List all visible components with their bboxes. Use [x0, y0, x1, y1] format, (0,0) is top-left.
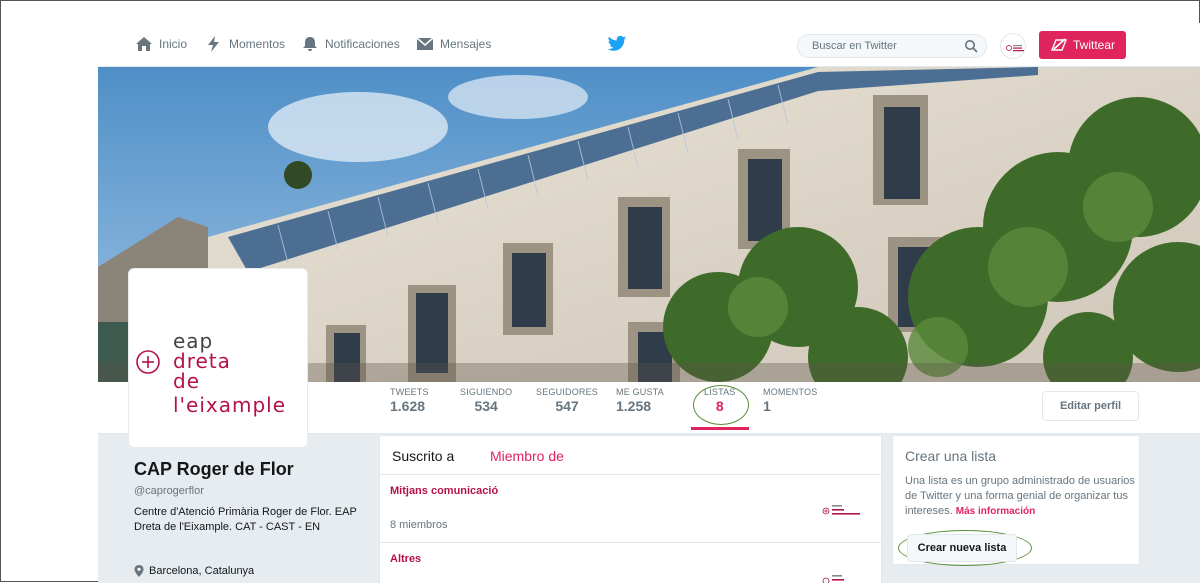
stat-following[interactable]: SIGUIENDO 534	[460, 387, 512, 414]
screenshot-frame: Inicio Momentos Notificaciones Mensajes …	[0, 0, 1200, 583]
list-owner-avatar[interactable]	[820, 501, 870, 521]
stat-likes[interactable]: ME GUSTA 1.258	[616, 387, 664, 414]
more-info-link[interactable]: Más información	[956, 506, 1035, 517]
profile-location-text: Barcelona, Catalunya	[149, 565, 255, 577]
profile-name[interactable]: CAP Roger de Flor	[134, 459, 294, 480]
stat-lists-label: LISTAS	[704, 387, 736, 397]
tweet-button[interactable]: Twittear	[1039, 31, 1126, 59]
nav-home-label: Inicio	[159, 37, 188, 51]
edit-profile-button[interactable]: Editar perfil	[1042, 391, 1139, 421]
list-owner-avatar[interactable]	[820, 571, 870, 583]
list-member-count: 8 miembros	[390, 519, 448, 531]
twitter-profile-page: Inicio Momentos Notificaciones Mensajes …	[98, 23, 1200, 583]
stat-moments-value: 1	[763, 398, 771, 414]
search-icon[interactable]	[964, 39, 978, 53]
nav-notifications-label: Notificaciones	[325, 37, 400, 51]
compose-icon	[1050, 38, 1068, 51]
stat-moments-label: MOMENTOS	[763, 387, 818, 397]
stat-likes-value: 1.258	[616, 398, 652, 414]
search-placeholder: Buscar en Twitter	[812, 40, 897, 52]
account-avatar-logo	[1006, 45, 1024, 52]
location-pin-icon	[134, 565, 144, 577]
nav-home[interactable]: Inicio	[135, 36, 187, 52]
nav-moments[interactable]: Momentos	[205, 36, 285, 52]
lightning-icon	[208, 36, 219, 52]
list-item[interactable]: Mitjans comunicació 8 miembros	[380, 474, 881, 542]
eap-logo: eap dreta de l'eixample	[135, 329, 305, 417]
stat-tweets-value: 1.628	[390, 398, 426, 414]
tab-subscribed[interactable]: Suscrito a	[392, 448, 454, 464]
create-list-description: Una lista es un grupo administrado de us…	[905, 474, 1137, 519]
profile-handle[interactable]: @caprogerflor	[134, 485, 204, 497]
tweet-button-label: Twittear	[1072, 38, 1115, 52]
account-avatar[interactable]	[1000, 33, 1026, 59]
stat-tweets[interactable]: TWEETS 1.628	[390, 387, 429, 414]
create-new-list-button[interactable]: Crear nueva lista	[907, 534, 1017, 562]
plus-circle-icon	[136, 350, 160, 374]
tab-member-of[interactable]: Miembro de	[490, 448, 564, 464]
bell-icon	[303, 37, 317, 51]
stat-followers[interactable]: SEGUIDORES 547	[536, 387, 598, 414]
list-owner-logo	[822, 505, 860, 515]
list-item[interactable]: Altres	[380, 542, 881, 583]
home-icon	[136, 37, 152, 51]
nav-messages-label: Mensajes	[440, 37, 492, 51]
stat-followers-label: SEGUIDORES	[536, 387, 599, 397]
list-owner-logo	[822, 575, 844, 583]
list-name[interactable]: Mitjans comunicació	[390, 485, 498, 497]
list-name[interactable]: Altres	[390, 553, 421, 565]
stat-lists-value: 8	[715, 398, 724, 414]
stat-tweets-label: TWEETS	[390, 387, 429, 397]
search-input[interactable]: Buscar en Twitter	[797, 34, 987, 58]
stat-followers-value: 547	[555, 398, 579, 414]
envelope-icon	[416, 37, 434, 50]
logo-line-eixample: de l'eixample	[173, 369, 287, 417]
nav-moments-label: Momentos	[229, 37, 286, 51]
stat-following-label: SIGUIENDO	[460, 387, 513, 397]
profile-bio: Centre d'Atenció Primària Roger de Flor.…	[134, 506, 357, 533]
create-list-panel: Crear una lista Una lista es un grupo ad…	[892, 435, 1140, 566]
nav-notifications[interactable]: Notificaciones	[301, 36, 400, 52]
stat-likes-label: ME GUSTA	[616, 387, 664, 397]
profile-location: Barcelona, Catalunya	[134, 565, 254, 577]
create-list-title: Crear una lista	[905, 448, 997, 464]
profile-avatar[interactable]: eap dreta de l'eixample	[128, 268, 308, 448]
twitter-bird-icon[interactable]	[607, 35, 627, 53]
stat-moments[interactable]: MOMENTOS 1	[763, 387, 817, 414]
stat-following-value: 534	[474, 398, 498, 414]
nav-messages[interactable]: Mensajes	[416, 36, 491, 52]
stat-lists[interactable]: LISTAS 8	[704, 387, 736, 414]
top-navigation-bar: Inicio Momentos Notificaciones Mensajes …	[98, 23, 1200, 67]
active-tab-indicator	[691, 427, 749, 430]
lists-panel: Suscrito a Miembro de Mitjans comunicaci…	[379, 435, 882, 583]
